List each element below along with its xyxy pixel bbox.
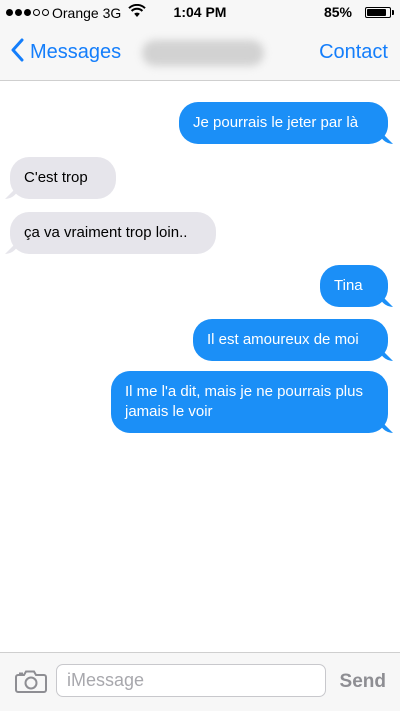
- battery-percentage: 85%: [323, 4, 352, 20]
- back-button-label: Messages: [30, 41, 122, 63]
- navigation-bar: Messages Contact: [0, 26, 400, 81]
- message-bubble-outgoing: Il me l'a dit, mais je ne pourrais plus …: [111, 371, 388, 433]
- message-bubble-outgoing: Il est amoureux de moi: [193, 319, 388, 361]
- message-bubble-incoming: ça va vraiment trop loin..: [10, 212, 216, 254]
- message-bubble-outgoing: Tina: [320, 265, 388, 307]
- redacted-contact-name: [142, 40, 264, 66]
- imessage-input[interactable]: [56, 664, 326, 697]
- back-button[interactable]: Messages: [10, 38, 121, 67]
- battery-icon: [365, 7, 391, 18]
- send-button[interactable]: Send: [340, 671, 386, 693]
- camera-icon[interactable]: [15, 669, 47, 698]
- contact-button[interactable]: Contact: [319, 41, 388, 64]
- message-bubble-outgoing: Je pourrais le jeter par là: [179, 102, 388, 144]
- status-bar: Orange 3G 1:04 PM 85%: [0, 0, 400, 26]
- message-thread: Je pourrais le jeter par là C'est trop ç…: [0, 81, 400, 652]
- chevron-left-icon: [10, 38, 24, 67]
- battery-tip: [392, 10, 394, 15]
- message-input-bar: Send: [0, 652, 400, 711]
- message-bubble-incoming: C'est trop: [10, 157, 116, 199]
